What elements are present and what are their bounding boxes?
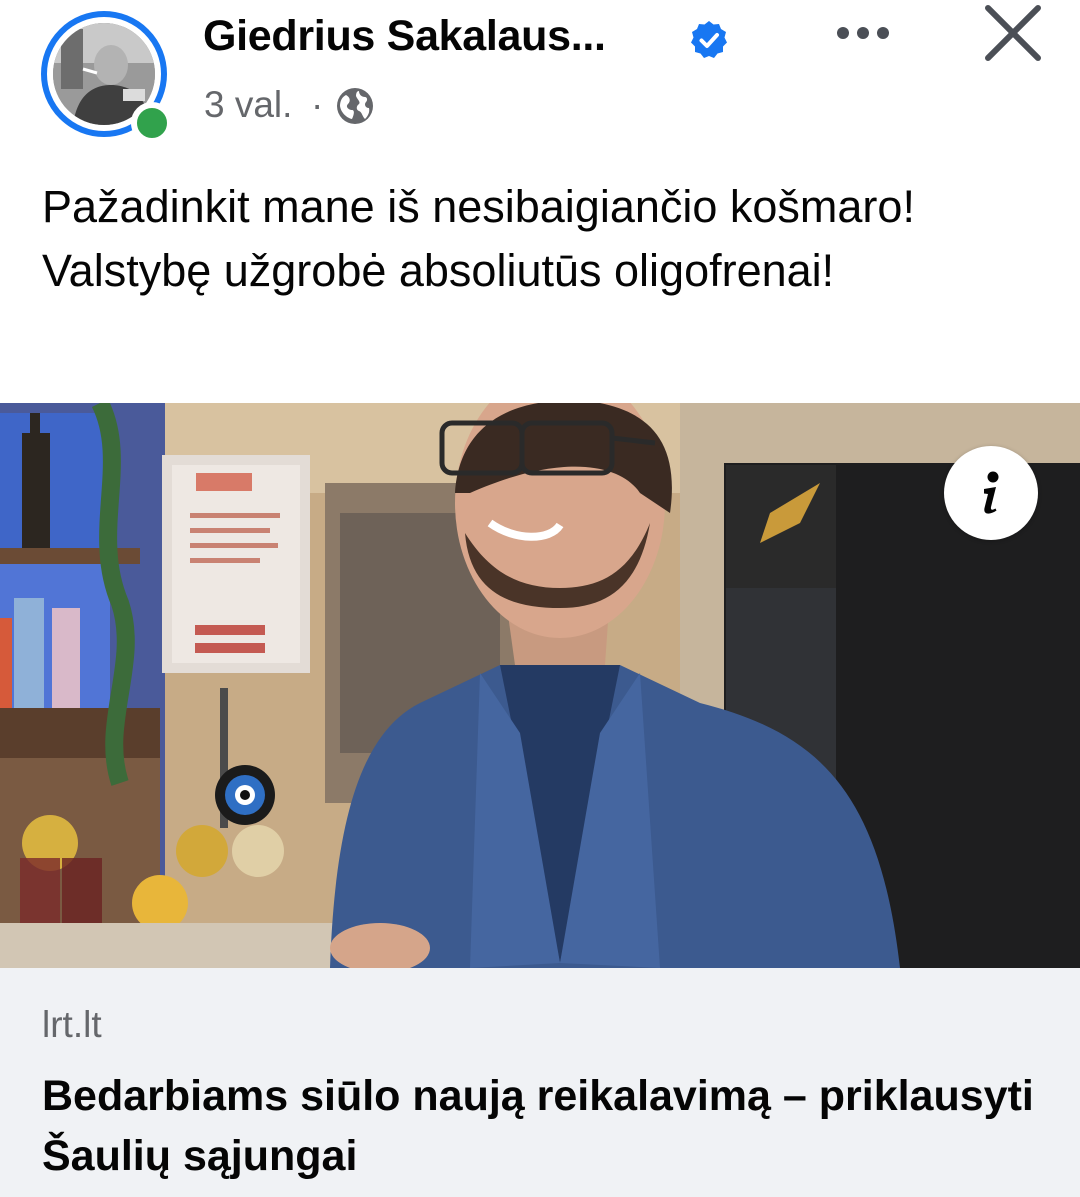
globe-icon (337, 88, 373, 124)
author-name[interactable]: Giedrius Sakalaus... (203, 12, 606, 61)
link-title[interactable]: Bedarbiams siūlo naują reikalavimą – pri… (42, 1066, 1042, 1186)
more-options-icon-dot (877, 27, 889, 39)
online-status-indicator (131, 102, 173, 144)
more-options-icon-dot (857, 27, 869, 39)
link-preview-photo (0, 403, 1080, 968)
link-domain: lrt.lt (42, 1004, 102, 1045)
info-button[interactable] (944, 446, 1038, 540)
link-preview-image[interactable] (0, 403, 1080, 968)
meta-separator: · (311, 84, 324, 125)
more-options-button[interactable] (826, 14, 900, 52)
facebook-post: Giedrius Sakalaus... 3 val. · Pažadinkit… (0, 0, 1080, 1197)
info-icon (984, 471, 999, 514)
close-icon[interactable] (982, 2, 1044, 64)
more-options-icon (837, 27, 849, 39)
post-timestamp[interactable]: 3 val. (204, 84, 292, 126)
post-text: Pažadinkit mane iš nesibaigiančio košmar… (42, 181, 915, 296)
author-avatar-container[interactable] (41, 11, 175, 144)
verified-badge-icon (691, 21, 727, 58)
